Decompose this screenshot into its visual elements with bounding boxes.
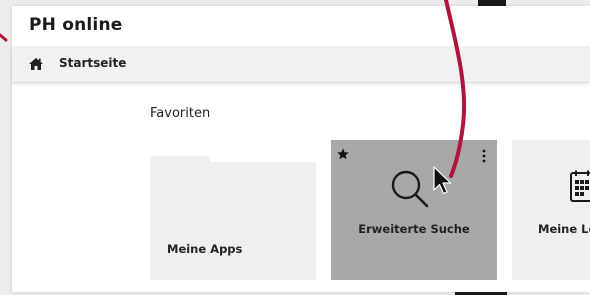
breadcrumb-startseite[interactable]: Startseite	[59, 56, 126, 70]
folder-icon	[150, 162, 316, 280]
star-icon[interactable]	[337, 148, 349, 160]
home-icon[interactable]	[29, 58, 43, 70]
kebab-icon[interactable]	[481, 149, 487, 163]
calendar-icon	[570, 170, 590, 202]
tile-meine-lehrveranstaltungen[interactable]: Meine Le	[512, 140, 590, 280]
tile-label: Erweiterte Suche	[358, 222, 470, 236]
favorites-heading: Favoriten	[150, 106, 211, 121]
tile-meine-apps[interactable]: Meine Apps	[150, 156, 316, 280]
tile-label: Meine Apps	[167, 242, 243, 256]
app-header: PH online	[12, 6, 590, 46]
magnifier-icon	[391, 170, 429, 208]
cursor-icon	[433, 166, 452, 195]
tile-erweiterte-suche[interactable]: Erweiterte Suche	[331, 140, 497, 280]
breadcrumb: Startseite	[12, 46, 590, 83]
app-title: PH online	[29, 15, 123, 35]
app-window: PH online Startseite Favoriten Meine App…	[12, 6, 590, 292]
tile-label: Meine Le	[538, 222, 590, 236]
